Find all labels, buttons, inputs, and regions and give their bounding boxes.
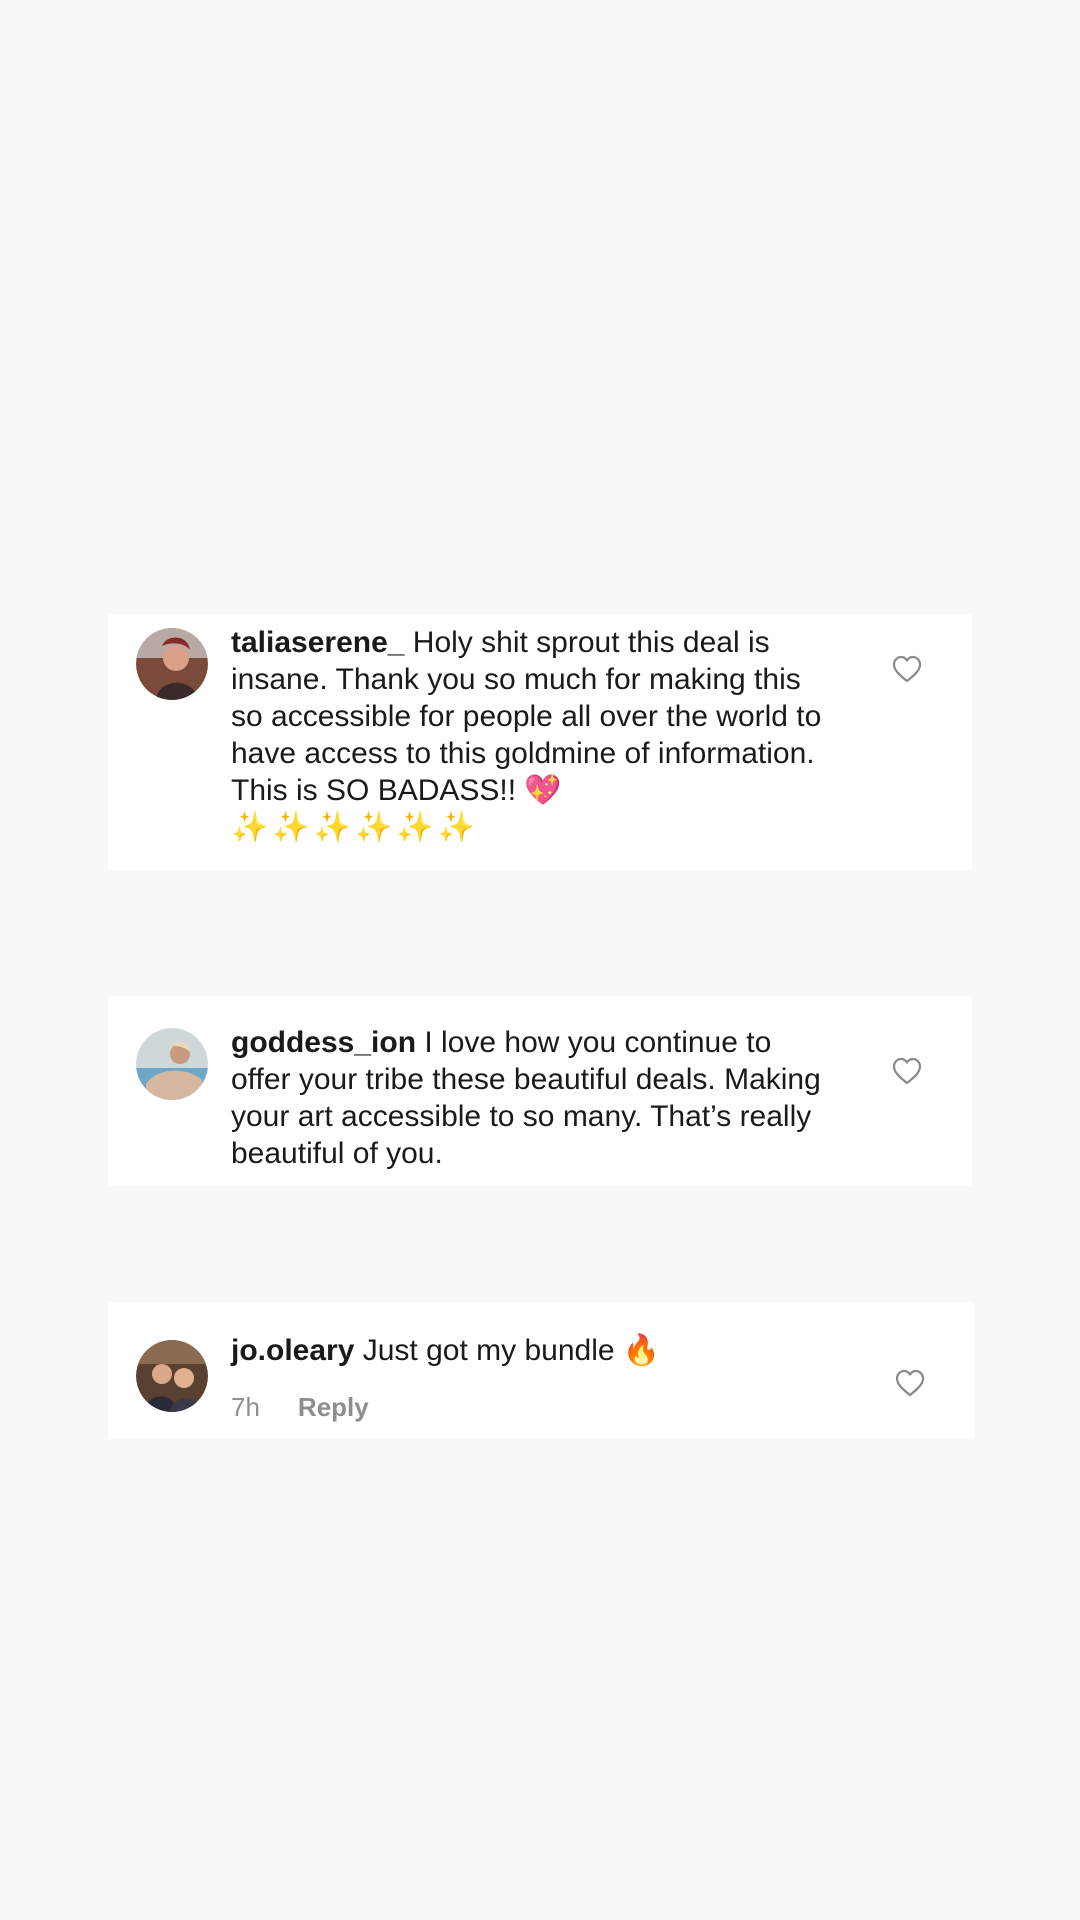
comment-meta: 7h Reply	[231, 1392, 369, 1423]
comment-text: jo.oleary Just got my bundle 🔥	[231, 1332, 831, 1369]
comment-body: Just got my bundle	[362, 1334, 615, 1367]
comment-text: goddess_ion I love how you continue to o…	[231, 1024, 831, 1172]
like-heart-icon[interactable]	[895, 1369, 925, 1397]
reply-button[interactable]: Reply	[298, 1392, 369, 1423]
sparkles-emoji-line: ✨✨✨✨✨✨	[231, 811, 480, 844]
comment-username[interactable]: taliaserene_	[231, 626, 404, 659]
avatar-photo-icon	[136, 1028, 208, 1100]
like-heart-icon[interactable]	[892, 1057, 922, 1085]
comment-timestamp: 7h	[231, 1392, 260, 1422]
comment-username[interactable]: goddess_ion	[231, 1026, 416, 1059]
like-heart-icon[interactable]	[892, 655, 922, 683]
fire-emoji: 🔥	[622, 1334, 661, 1367]
sparkling-heart-emoji: 💖	[524, 774, 562, 807]
user-avatar[interactable]	[136, 1028, 208, 1100]
comment-card: jo.oleary Just got my bundle 🔥 7h Reply	[108, 1302, 974, 1439]
avatar-photo-icon	[136, 1340, 208, 1412]
comment-username[interactable]: jo.oleary	[231, 1334, 354, 1367]
user-avatar[interactable]	[136, 628, 208, 700]
comment-card: goddess_ion I love how you continue to o…	[108, 996, 972, 1186]
avatar-photo-icon	[136, 628, 208, 700]
user-avatar[interactable]	[136, 1340, 208, 1412]
comment-text: taliaserene_ Holy shit sprout this deal …	[231, 624, 831, 846]
comment-card: taliaserene_ Holy shit sprout this deal …	[108, 614, 972, 870]
